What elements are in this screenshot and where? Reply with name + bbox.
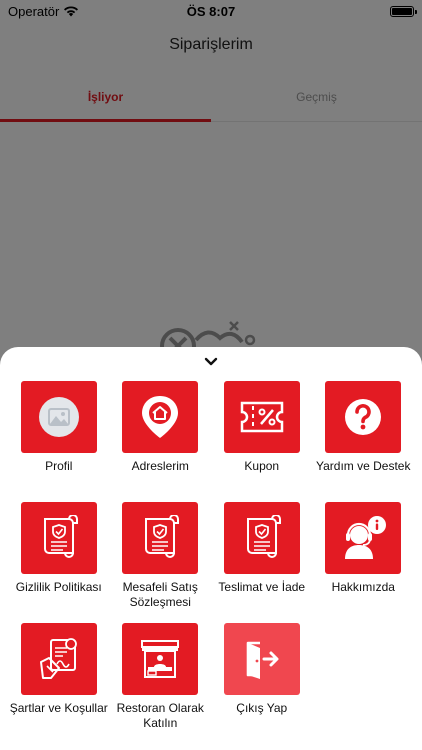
privacy-policy-tile[interactable]	[20, 502, 97, 574]
help-question-icon	[345, 399, 382, 435]
menu-item-join-as-restaurant[interactable]: Restoran Olarak Katılın	[110, 623, 212, 744]
chevron-down-icon	[204, 357, 218, 366]
privacy-document-icon	[43, 515, 78, 558]
menu-item-label: Gizlilik Politikası	[15, 580, 102, 594]
restaurant-stall-icon	[141, 640, 180, 678]
sales-contract-document-icon	[145, 515, 180, 558]
help-tile[interactable]	[325, 381, 402, 453]
menu-item-about-us[interactable]: Hakkımızda	[313, 502, 415, 623]
menu-item-logout[interactable]: Çıkış Yap	[211, 623, 313, 744]
menu-grid: Profil Adreslerim Kupon Yardım ve Destek…	[8, 381, 414, 744]
profile-tile[interactable]	[20, 381, 97, 453]
menu-item-coupon[interactable]: Kupon	[211, 381, 313, 502]
profile-photo-icon	[38, 397, 79, 437]
menu-item-label: Teslimat ve İade	[218, 580, 306, 594]
coupon-ticket-icon	[240, 401, 283, 433]
join-as-restaurant-tile[interactable]	[122, 623, 199, 695]
menu-item-label: Adreslerim	[131, 459, 189, 473]
menu-item-label: Kupon	[244, 459, 280, 473]
delivery-return-document-icon	[246, 515, 281, 558]
account-menu-sheet: Profil Adreslerim Kupon Yardım ve Destek…	[0, 347, 422, 750]
delivery-returns-tile[interactable]	[223, 502, 300, 574]
logout-icon	[246, 641, 279, 679]
distance-sales-contract-tile[interactable]	[122, 502, 199, 574]
logout-tile[interactable]	[223, 623, 300, 695]
menu-item-label: Hakkımızda	[331, 580, 395, 594]
menu-item-help[interactable]: Yardım ve Destek	[313, 381, 415, 502]
menu-item-label: Restoran Olarak Katılın	[116, 701, 204, 730]
terms-conditions-tile[interactable]	[20, 623, 97, 695]
menu-item-label: Mesafeli Satış Sözleşmesi	[122, 580, 198, 609]
addresses-tile[interactable]	[122, 381, 199, 453]
coupon-tile[interactable]	[223, 381, 300, 453]
menu-item-privacy-policy[interactable]: Gizlilik Politikası	[8, 502, 110, 623]
menu-item-label: Şartlar ve Koşullar	[9, 701, 108, 715]
menu-item-distance-sales-contract[interactable]: Mesafeli Satış Sözleşmesi	[110, 502, 212, 623]
menu-item-addresses[interactable]: Adreslerim	[110, 381, 212, 502]
collapse-sheet-button[interactable]	[201, 355, 221, 369]
location-home-pin-icon	[142, 396, 179, 438]
menu-item-label: Çıkış Yap	[236, 701, 288, 715]
terms-conditions-icon	[39, 638, 77, 679]
menu-item-profile[interactable]: Profil	[8, 381, 110, 502]
menu-item-delivery-returns[interactable]: Teslimat ve İade	[211, 502, 313, 623]
about-support-agent-icon	[345, 516, 387, 559]
menu-item-label: Profil	[45, 459, 73, 473]
menu-item-terms-conditions[interactable]: Şartlar ve Koşullar	[8, 623, 110, 744]
menu-item-label: Yardım ve Destek	[316, 459, 411, 473]
about-us-tile[interactable]	[325, 502, 402, 574]
